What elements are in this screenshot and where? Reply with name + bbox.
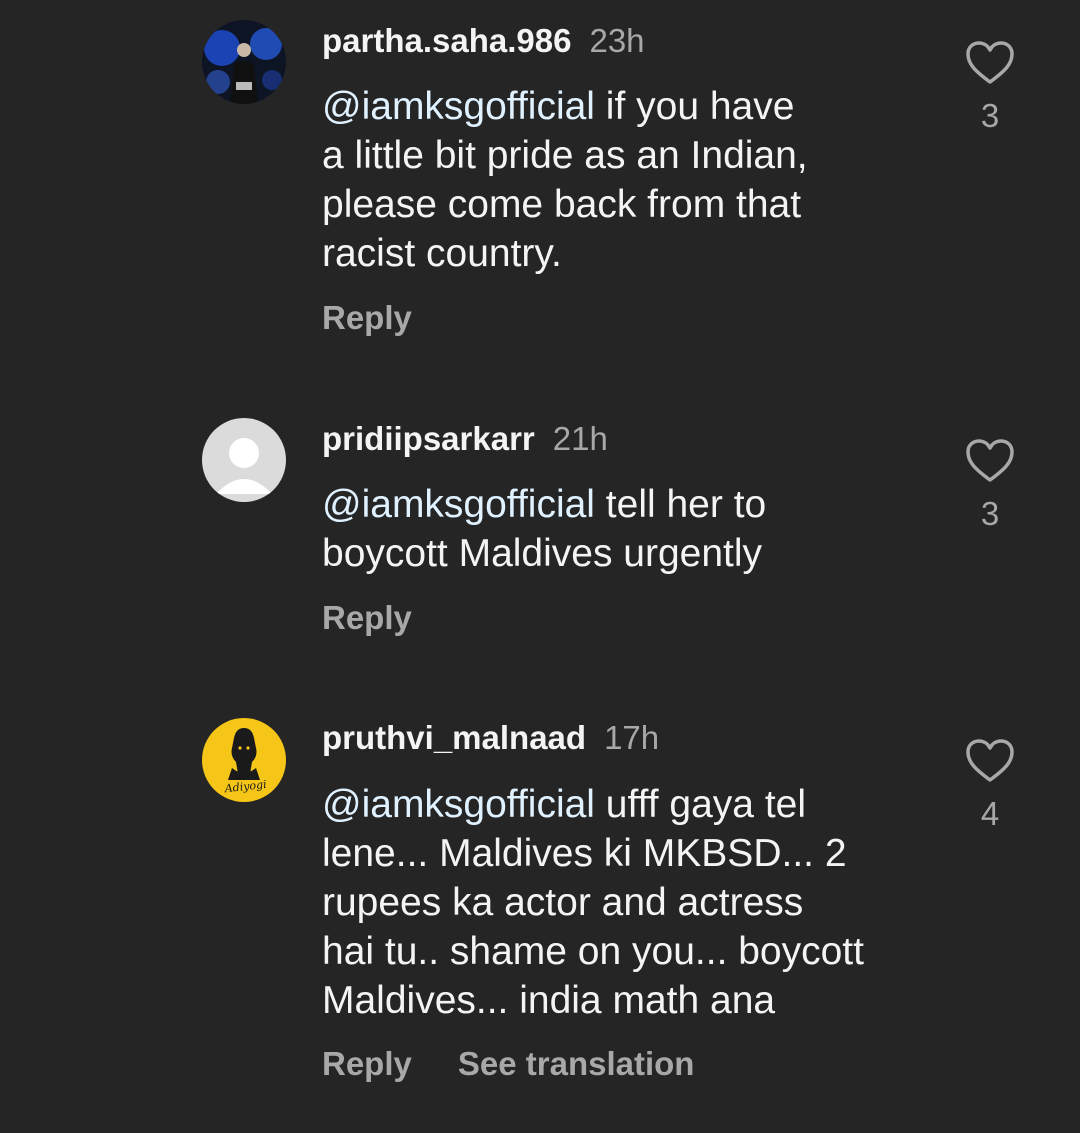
comment-text: @iamksgofficial tell her to boycott Mald… <box>322 480 922 578</box>
avatar[interactable] <box>202 418 286 502</box>
timestamp: 21h <box>552 420 608 457</box>
timestamp: 17h <box>604 719 660 756</box>
comment-text-line: boycott Maldives urgently <box>322 532 763 575</box>
like-count: 3 <box>980 97 1000 134</box>
like-area: 3 <box>960 40 1020 136</box>
mention-link[interactable]: @iamksgofficial <box>322 85 595 128</box>
comment-text: @iamksgofficial if you have a little bit… <box>322 82 922 278</box>
heart-outline-icon[interactable] <box>965 438 1015 484</box>
comment-text-line: a little bit pride as an Indian, <box>322 134 808 177</box>
reply-button[interactable]: Reply <box>322 299 412 336</box>
username[interactable]: pridiipsarkarr <box>322 420 535 457</box>
comment-text-line: please come back from that <box>322 183 802 226</box>
username[interactable]: pruthvi_malnaad <box>322 719 586 756</box>
default-avatar-icon <box>202 418 286 502</box>
adiyogi-logo: Adiyogi <box>202 718 286 802</box>
reply-button[interactable]: Reply <box>322 1045 412 1082</box>
mention-link[interactable]: @iamksgofficial <box>322 483 595 526</box>
timestamp: 23h <box>589 22 645 59</box>
comment-text-line: hai tu.. shame on you... boycott <box>322 930 864 973</box>
comment-text: @iamksgofficial ufff gaya tel lene... Ma… <box>322 780 922 1025</box>
comment-actions: Reply See translation <box>322 1042 694 1086</box>
see-translation-button[interactable]: See translation <box>458 1045 695 1082</box>
comment-header: pruthvi_malnaad 17h <box>322 716 659 760</box>
comment-header: pridiipsarkarr 21h <box>322 417 608 461</box>
comment-header: partha.saha.986 23h <box>322 19 645 63</box>
comment-text-line: ufff gaya tel <box>594 783 807 826</box>
comment-text-line: rupees ka actor and actress <box>322 881 804 924</box>
comment-text-line: racist country. <box>322 232 562 275</box>
avatar[interactable] <box>202 20 286 104</box>
comment-text-line: if you have <box>594 85 795 128</box>
mention-link[interactable]: @iamksgofficial <box>322 783 595 826</box>
like-area: 3 <box>960 438 1020 534</box>
comment-text-line: Maldives... india math ana <box>322 979 776 1022</box>
comment-text-line: tell her to <box>594 483 767 526</box>
comment-text-line: lene... Maldives ki MKBSD... 2 <box>322 832 847 875</box>
profile-photo <box>202 20 286 104</box>
heart-outline-icon[interactable] <box>965 738 1015 784</box>
like-area: 4 <box>960 738 1020 834</box>
comment-actions: Reply <box>322 596 412 640</box>
like-count: 3 <box>980 495 1000 532</box>
comment-actions: Reply <box>322 296 412 340</box>
username[interactable]: partha.saha.986 <box>322 22 571 59</box>
avatar[interactable]: Adiyogi <box>202 718 286 802</box>
like-count: 4 <box>980 795 1000 832</box>
reply-button[interactable]: Reply <box>322 599 412 636</box>
heart-outline-icon[interactable] <box>965 40 1015 86</box>
